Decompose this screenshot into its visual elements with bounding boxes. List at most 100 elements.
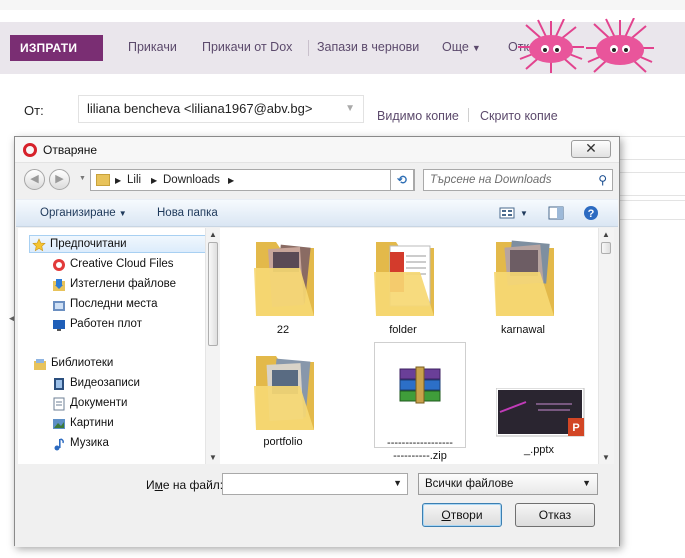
top-strip <box>0 0 685 10</box>
folder-with-document-icon <box>374 242 434 316</box>
help-icon[interactable]: ? <box>583 205 599 221</box>
pink-monster-decoration-icon-2 <box>586 18 654 73</box>
navigation-scrollbar[interactable]: ▲ ▼ <box>205 228 220 464</box>
command-bar: Организиране ▼ Нова папка ▼ ? <box>16 199 618 227</box>
organize-label: Организиране <box>40 207 116 219</box>
file-item-pptx[interactable]: P _.pptx <box>494 346 585 456</box>
powerpoint-thumbnail-icon: P <box>496 388 585 437</box>
bcc-link[interactable]: Скрито копие <box>480 109 558 123</box>
subject-field-background[interactable] <box>619 172 685 196</box>
tree-label: Creative Cloud Files <box>70 258 174 270</box>
pictures-library-icon <box>53 419 65 429</box>
folder-with-photos-icon <box>254 242 314 316</box>
file-name: folder <box>389 324 417 336</box>
tree-label: Работен плот <box>70 318 142 330</box>
libraries-icon <box>34 359 46 370</box>
desktop-icon <box>53 320 65 331</box>
file-name: portfolio <box>263 436 303 448</box>
breadcrumb-separator-icon: ▶ <box>115 176 122 185</box>
breadcrumb-separator-icon: ▶ <box>151 176 158 185</box>
save-draft-link[interactable]: Запази в чернови <box>317 40 419 54</box>
file-name: ------------------ ----------.zip <box>387 437 453 462</box>
tree-item-favorites[interactable]: Предпочитани <box>29 235 207 253</box>
close-button[interactable]: ✕ <box>571 140 611 158</box>
filename-input[interactable]: ▼ <box>222 473 408 495</box>
attach-from-dox-link[interactable]: Прикачи от Dox <box>202 40 292 54</box>
open-button[interactable]: Отвори <box>422 503 502 527</box>
open-label: твори <box>450 508 483 522</box>
file-type-filter[interactable]: Всички файлове ▼ <box>418 473 598 495</box>
scroll-down-icon[interactable]: ▼ <box>602 453 610 462</box>
more-menu[interactable]: Още ▼ <box>442 40 481 54</box>
change-view-icon[interactable] <box>499 206 515 220</box>
dialog-bottom-area: Име на файл: ▼ Всички файлове ▼ Отвори О… <box>15 465 619 547</box>
toolbar-separator <box>308 40 309 56</box>
file-item-22[interactable]: 22 <box>238 232 328 342</box>
scroll-thumb[interactable] <box>601 242 611 254</box>
filter-value: Всички файлове <box>425 478 514 490</box>
view-options-caret-icon[interactable]: ▼ <box>520 209 528 218</box>
breadcrumb-lili[interactable]: Lili <box>127 174 141 186</box>
more-label: Още <box>442 40 469 54</box>
to-field-background[interactable] <box>619 136 685 160</box>
scroll-up-icon[interactable]: ▲ <box>209 230 217 239</box>
filename-dropdown-icon[interactable]: ▼ <box>393 478 402 488</box>
documents-library-icon <box>53 397 65 411</box>
organize-menu[interactable]: Организиране ▼ <box>40 207 127 219</box>
breadcrumb-separator-icon: ▶ <box>228 176 235 185</box>
file-item-folder[interactable]: folder <box>358 232 448 342</box>
filename-label: Име на файл: <box>146 478 223 492</box>
forward-arrow-icon[interactable]: ▶ <box>49 169 70 190</box>
svg-text:P: P <box>572 422 579 434</box>
dialog-titlebar: Отваряне ✕ <box>15 137 619 163</box>
history-dropdown-icon[interactable]: ▼ <box>79 175 86 182</box>
send-button[interactable]: ИЗПРАТИ <box>10 35 103 61</box>
from-select[interactable]: liliana bencheva <liliana1967@abv.bg> ▼ <box>78 95 364 123</box>
scroll-thumb[interactable] <box>208 242 218 346</box>
folder-with-photos-icon <box>494 240 554 316</box>
refresh-icon[interactable]: ⟲ <box>390 169 414 191</box>
cc-separator <box>468 108 469 122</box>
compose-toolbar: ИЗПРАТИ Прикачи Прикачи от Dox Запази в … <box>0 18 685 74</box>
svg-text:?: ? <box>588 208 595 220</box>
file-name: 22 <box>276 324 290 336</box>
search-icon[interactable]: ⚲ <box>598 173 607 187</box>
video-library-icon <box>54 378 64 390</box>
caret-down-icon: ▼ <box>118 209 127 218</box>
creative-cloud-icon <box>53 259 65 271</box>
search-placeholder: Търсене на Downloads <box>430 174 552 186</box>
from-value: liliana bencheva <liliana1967@abv.bg> <box>87 101 313 116</box>
file-item-zip[interactable]: ------------------ ----------.zip <box>374 342 466 462</box>
tree-label: Видеозаписи <box>70 377 140 389</box>
search-box[interactable]: Търсене на Downloads ⚲ <box>423 169 613 191</box>
tree-label: Последни места <box>70 298 158 310</box>
scroll-down-icon[interactable]: ▼ <box>209 453 217 462</box>
cc-link[interactable]: Видимо копие <box>377 109 459 123</box>
opera-logo-icon <box>23 143 37 157</box>
scroll-up-icon[interactable]: ▲ <box>602 230 610 239</box>
folder-icon <box>96 174 110 186</box>
breadcrumb-downloads[interactable]: Downloads <box>163 174 220 186</box>
file-list-scrollbar[interactable]: ▲ ▼ <box>598 228 614 464</box>
file-list: 22 folder karnawal portfolio -----------… <box>220 228 599 464</box>
chevron-down-icon: ▼ <box>345 103 355 114</box>
preview-pane-icon[interactable] <box>548 206 564 220</box>
field-background-3 <box>619 200 685 220</box>
address-bar[interactable]: ▶ Lili ▶ Downloads ▶ ▼ <box>90 169 415 191</box>
tree-label: Картини <box>70 417 114 429</box>
file-item-portfolio[interactable]: portfolio <box>238 346 328 456</box>
tree-label: Музика <box>70 437 109 449</box>
attach-link[interactable]: Прикачи <box>128 40 177 54</box>
dialog-title: Отваряне <box>43 143 98 157</box>
recent-places-icon <box>53 301 65 311</box>
folder-with-photos-icon <box>254 356 314 430</box>
filename-label-part: е на файл: <box>162 478 224 492</box>
filename-label-accel: м <box>154 478 163 492</box>
back-arrow-icon[interactable]: ◀ <box>24 169 45 190</box>
file-item-karnawal[interactable]: karnawal <box>478 232 568 342</box>
cancel-button[interactable]: Отказ <box>515 503 595 527</box>
tree-label: Предпочитани <box>50 238 127 250</box>
from-label: От: <box>24 103 44 118</box>
new-folder-button[interactable]: Нова папка <box>157 207 218 219</box>
open-accel: О <box>441 508 451 522</box>
